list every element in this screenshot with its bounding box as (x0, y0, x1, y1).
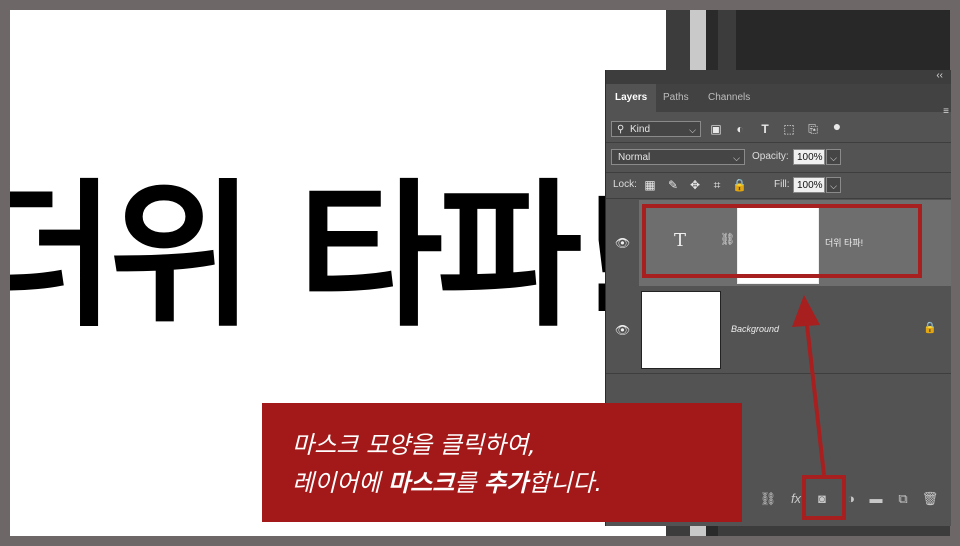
type-filter-icon[interactable]: T (758, 122, 772, 136)
blend-mode-select[interactable]: Normal ⌵ (611, 149, 745, 165)
lock-image-pixels-icon[interactable]: ✎ (666, 178, 680, 192)
canvas-headline-text: 더위 타파! (10, 165, 649, 349)
highlight-layer-box (642, 204, 922, 278)
divider (606, 172, 951, 173)
lock-icon: 🔒 (923, 322, 937, 334)
divider (606, 373, 951, 374)
chevron-down-icon: ⌵ (830, 181, 837, 191)
fill-label: Fill: (774, 179, 790, 190)
opacity-dropdown[interactable]: ⌵ (826, 149, 841, 165)
caption-line-1: 마스크 모양을 클릭하여, (292, 431, 536, 459)
smart-object-filter-icon[interactable]: ⎘ (806, 122, 820, 136)
panel-dock-area (736, 10, 950, 70)
annotation-arrow (792, 295, 826, 476)
new-layer-icon[interactable]: ⧉ (894, 490, 912, 508)
opacity-input[interactable]: 100% (793, 149, 825, 165)
tab-paths[interactable]: Paths (654, 84, 698, 112)
divider (606, 142, 951, 143)
tab-channels[interactable]: Channels (699, 84, 759, 112)
chevron-down-icon: ⌵ (733, 153, 740, 163)
lock-transparent-pixels-icon[interactable]: ▦ (643, 178, 657, 192)
search-icon: ⚲ (617, 124, 625, 135)
visibility-eye-icon[interactable]: 👁 (615, 237, 630, 249)
filter-kind-label: Kind (630, 124, 651, 135)
lock-label: Lock: (613, 179, 637, 190)
divider (606, 198, 951, 199)
collapse-panel-icon[interactable]: ‹‹ (936, 70, 943, 81)
fill-input[interactable]: 100% (793, 177, 825, 193)
highlight-mask-button-box (802, 475, 846, 520)
filter-row: ⚲ Kind ⌵ ▣ ◐ T ⬚ ⎘ ● (606, 118, 951, 138)
group-folder-icon[interactable]: ▬ (867, 490, 885, 508)
link-layers-icon[interactable]: ⛓ (759, 490, 777, 508)
panel-title-bar: ‹‹ (606, 70, 951, 84)
lock-position-icon[interactable]: ✥ (688, 178, 702, 192)
panel-menu-icon[interactable]: ≡ (943, 106, 949, 117)
lock-all-icon[interactable]: 🔒 (732, 178, 747, 192)
caption-bold-text: 마스크 (387, 469, 455, 497)
filter-toggle-icon[interactable]: ● (830, 119, 844, 133)
caption-text: 합니다. (528, 469, 602, 497)
panel-tab-bar: Layers Paths Channels ≡ (606, 84, 951, 117)
blend-mode-label: Normal (618, 152, 651, 163)
visibility-eye-icon[interactable]: 👁 (615, 324, 630, 336)
lock-artboard-icon[interactable]: ⌗ (710, 178, 724, 192)
lock-row: Lock: ▦ ✎ ✥ ⌗ 🔒 Fill: 100% ⌵ (606, 174, 951, 196)
filter-kind-select[interactable]: ⚲ Kind ⌵ (611, 121, 701, 137)
caption-line-2: 레이어에 마스크를 추가합니다. (292, 463, 602, 498)
pixel-filter-icon[interactable]: ▣ (709, 122, 723, 136)
caption-text: 레이어에 (292, 469, 388, 497)
blend-row: Normal ⌵ Opacity: 100% ⌵ (606, 146, 951, 168)
delete-layer-icon[interactable]: 🗑 (921, 490, 939, 508)
adjustment-filter-icon[interactable]: ◐ (733, 122, 747, 136)
chevron-down-icon: ⌵ (830, 153, 837, 163)
tab-layers[interactable]: Layers (606, 84, 657, 112)
background-layer-thumbnail (641, 291, 721, 369)
caption-text: 를 (454, 469, 484, 497)
instruction-caption: 마스크 모양을 클릭하여, 레이어에 마스크를 추가합니다. (262, 403, 742, 522)
chevron-down-icon: ⌵ (689, 125, 696, 135)
fill-dropdown[interactable]: ⌵ (826, 177, 841, 193)
layer-name[interactable]: Background (731, 324, 779, 334)
shape-filter-icon[interactable]: ⬚ (782, 122, 796, 136)
opacity-label: Opacity: (752, 151, 789, 162)
caption-bold-text: 추가 (483, 469, 529, 497)
